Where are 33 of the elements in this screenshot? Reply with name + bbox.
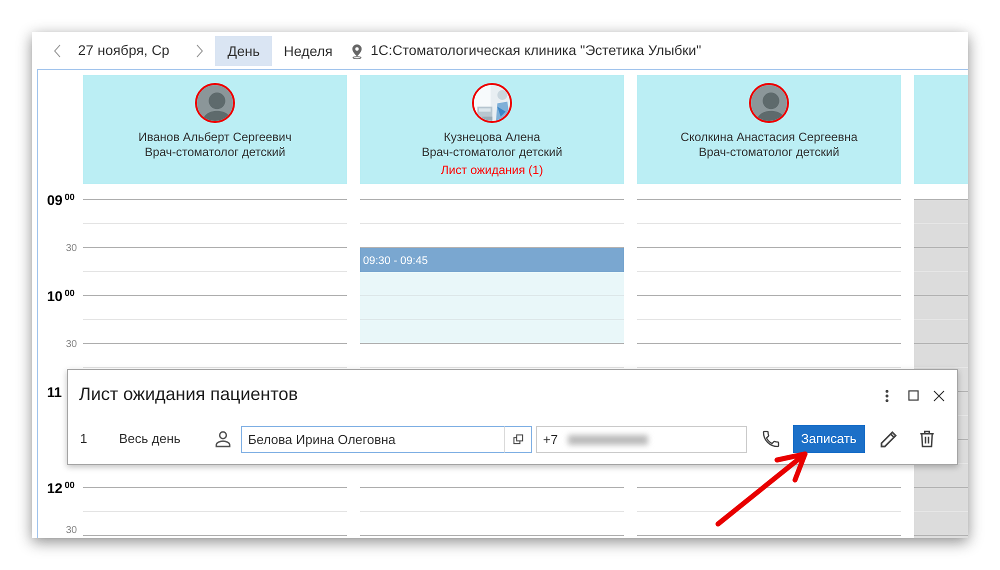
- date-label: 27 ноября, Ср: [78, 41, 170, 60]
- open-icon: [512, 434, 524, 444]
- patient-field[interactable]: Белова Ирина Олеговна: [241, 426, 504, 452]
- avatar-silhouette-icon: [751, 85, 787, 121]
- dialog-title: Лист ожидания пациентов: [79, 383, 298, 406]
- doctor-name: Сколкина Анастасия Сергеевна: [680, 130, 858, 145]
- doctor-role: Врач-стоматолог детский: [144, 145, 286, 160]
- half-hour-label: 30: [66, 526, 77, 536]
- hour-label: 09$^{00}$: [47, 193, 75, 207]
- book-button[interactable]: Записать: [793, 425, 865, 453]
- clinic-name: 1С:Стоматологическая клиника "Эстетика Улыбки": [370, 41, 702, 60]
- half-hour-label: 30: [66, 243, 77, 254]
- doctor-name: Кузнецова Алена: [444, 130, 540, 145]
- maximize-icon: [908, 390, 919, 402]
- pencil-icon: [878, 428, 899, 449]
- open-button[interactable]: [504, 426, 532, 452]
- hour-label: 11: [47, 385, 62, 399]
- view-tab[interactable]: Неделя: [272, 36, 345, 66]
- trash-icon: [918, 428, 936, 449]
- appointment-time: 09:30 - 09:45: [360, 248, 624, 272]
- phone-icon: [761, 428, 781, 449]
- view-tab[interactable]: День: [215, 36, 272, 66]
- doctor-role: Врач-стоматолог детский: [422, 145, 562, 160]
- person-icon: [213, 429, 233, 449]
- hour-label: 10$^{00}$: [47, 289, 75, 303]
- doctor-role: Врач-стоматолог детский: [698, 145, 840, 160]
- period-label: Весь день: [119, 430, 182, 448]
- avatar-silhouette-icon: [197, 85, 233, 121]
- half-hour-label: 30: [66, 339, 77, 350]
- doctor-name: Иванов Альберт Сергеевич: [138, 130, 292, 145]
- hour-label: 12$^{00}$: [47, 481, 75, 495]
- close-icon: [933, 390, 945, 402]
- row-number: 1: [80, 430, 88, 448]
